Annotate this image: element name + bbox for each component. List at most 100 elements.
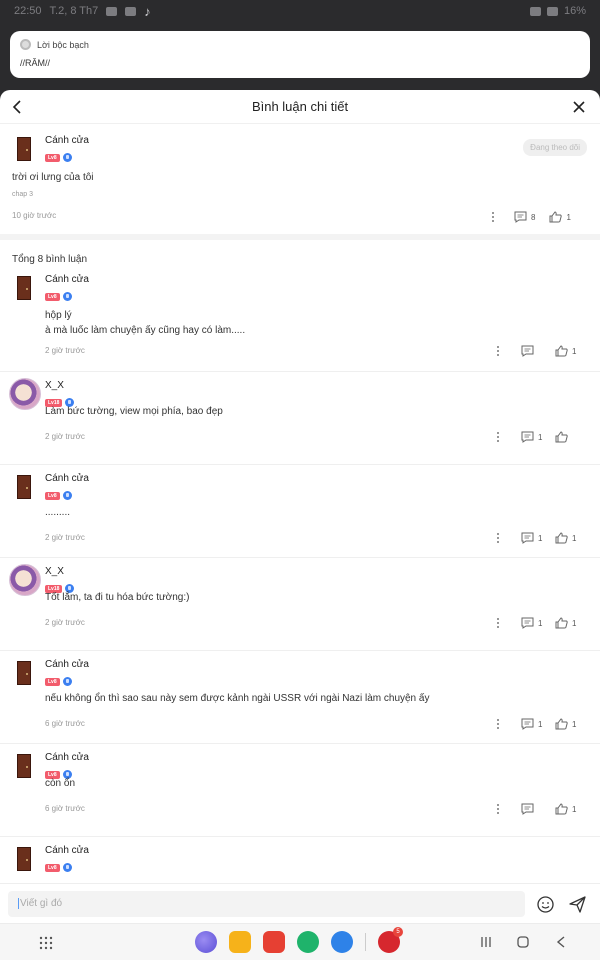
user-badges: Lv8 — [45, 673, 72, 691]
avatar[interactable] — [9, 564, 41, 596]
notification-app-label: Lời bộc bạch — [37, 39, 89, 50]
username[interactable]: Cánh cửa — [45, 473, 89, 484]
more-icon[interactable] — [489, 717, 507, 731]
pinterest-app-icon[interactable]: 5 — [378, 927, 403, 953]
username[interactable]: Cánh cửa — [45, 135, 89, 146]
gallery-icon — [106, 6, 118, 16]
more-icon[interactable] — [489, 802, 507, 816]
username[interactable]: Cánh cửa — [45, 845, 89, 856]
send-icon[interactable] — [569, 896, 586, 913]
level-badge: Lv8 — [45, 153, 60, 162]
status-bar: 22:50 T.2, 8 Th7 ♪ 16% — [0, 0, 600, 22]
reply-button[interactable]: 1 — [521, 532, 543, 544]
post-actions: 8 1 — [484, 210, 571, 224]
reply-count: 8 — [531, 212, 536, 222]
reply-count: 1 — [538, 533, 543, 543]
more-icon[interactable] — [489, 531, 507, 545]
comment-text: nếu không ổn thì sao sau này sem được kả… — [45, 693, 430, 704]
avatar[interactable] — [17, 661, 31, 685]
close-icon[interactable] — [572, 100, 586, 114]
reply-button[interactable]: 1 — [521, 431, 543, 443]
reply-button[interactable]: 8 — [514, 211, 535, 223]
comment-time: 2 giờ trước — [45, 618, 85, 627]
notes-app-icon[interactable] — [263, 931, 285, 953]
comment-body: nếu không ổn thì sao sau này sem được kả… — [45, 691, 429, 706]
reply-button[interactable] — [521, 803, 543, 815]
comment-actions: 11 — [489, 531, 577, 545]
comment-icon — [521, 718, 534, 730]
input-placeholder: Viết gì đó — [20, 898, 63, 910]
avatar[interactable] — [17, 847, 31, 871]
home-icon[interactable] — [517, 936, 529, 948]
like-button[interactable]: 1 — [555, 803, 577, 815]
main-post: Cánh cửa Lv8 Đang theo dõi trời ơi lưng … — [0, 126, 600, 234]
reply-button[interactable] — [521, 345, 543, 357]
more-icon[interactable] — [484, 210, 502, 224]
comment-text: còn ổn — [45, 778, 76, 789]
reply-button[interactable]: 1 — [521, 617, 543, 629]
back-icon[interactable] — [10, 99, 24, 115]
more-icon[interactable] — [489, 344, 507, 358]
avatar[interactable] — [17, 475, 31, 499]
comment-item: Cánh cửa Lv8 còn ổn 6 giờ trước 1 — [0, 744, 600, 837]
like-count: 1 — [572, 618, 577, 628]
comment-icon — [521, 431, 534, 443]
username[interactable]: X_X — [45, 566, 64, 577]
like-icon — [555, 617, 568, 629]
internet-app-icon[interactable] — [195, 931, 217, 953]
section-divider — [0, 234, 600, 240]
comment-actions: 1 — [489, 802, 577, 816]
like-button[interactable]: 1 — [555, 617, 577, 629]
nav-back-icon[interactable] — [556, 936, 566, 948]
sheet-title: Bình luận chi tiết — [251, 99, 349, 114]
comment-item: Cánh cửa Lv8......... 2 giờ trước 1 1 — [0, 465, 600, 558]
user-badges: Lv8 — [45, 487, 72, 505]
phone-app-icon[interactable] — [297, 931, 319, 953]
avatar[interactable] — [17, 276, 31, 300]
comment-input[interactable]: Viết gì đó — [8, 891, 525, 917]
like-icon — [549, 211, 563, 223]
messages-app-icon[interactable] — [331, 931, 353, 953]
vip-badge-icon — [62, 292, 72, 302]
like-button[interactable]: 1 — [549, 211, 571, 223]
like-button[interactable] — [555, 431, 577, 443]
avatar[interactable] — [17, 754, 31, 778]
recent-apps-icon[interactable] — [480, 936, 492, 948]
comment-time: 6 giờ trước — [45, 719, 85, 728]
username[interactable]: X_X — [45, 380, 64, 391]
app-grid-icon[interactable] — [39, 936, 53, 950]
username[interactable]: Cánh cửa — [45, 659, 89, 670]
avatar[interactable] — [17, 137, 31, 161]
more-icon[interactable] — [489, 616, 507, 630]
app-dock: 5 — [195, 927, 403, 953]
username[interactable]: Cánh cửa — [45, 274, 89, 285]
like-button[interactable]: 1 — [555, 718, 577, 730]
files-app-icon[interactable] — [229, 931, 251, 953]
username[interactable]: Cánh cửa — [45, 752, 89, 763]
vip-badge-icon — [62, 153, 72, 163]
post-chapter[interactable]: chap 3 — [12, 191, 33, 198]
comment-body: Tốt lắm, ta đi tu hóa bức tường:) — [45, 590, 189, 605]
comment-time: 2 giờ trước — [45, 533, 85, 542]
comment-time: 2 giờ trước — [45, 346, 85, 355]
reply-button[interactable]: 1 — [521, 718, 543, 730]
like-count: 1 — [572, 533, 577, 543]
more-icon[interactable] — [489, 430, 507, 444]
like-count: 1 — [572, 346, 577, 356]
like-button[interactable]: 1 — [555, 345, 577, 357]
notification-card[interactable]: Lời bộc bạch //RĂM// — [10, 31, 590, 78]
comment-icon — [514, 211, 527, 223]
reply-count: 1 — [538, 719, 543, 729]
level-badge: Lv8 — [45, 863, 60, 872]
comment-body: hộp lý à mà luốc làm chuyện ấy cũng hay c… — [45, 308, 245, 338]
total-comments: Tổng 8 bình luận — [12, 254, 88, 265]
follow-button[interactable]: Đang theo dõi — [523, 139, 587, 156]
emoji-icon[interactable] — [537, 896, 554, 913]
avatar[interactable] — [9, 378, 41, 410]
comment-body: còn ổn — [45, 776, 75, 791]
comment-icon — [521, 803, 534, 815]
like-button[interactable]: 1 — [555, 532, 577, 544]
comment-actions: 1 — [489, 430, 577, 444]
like-icon — [555, 431, 568, 443]
comment-actions: 11 — [489, 616, 577, 630]
